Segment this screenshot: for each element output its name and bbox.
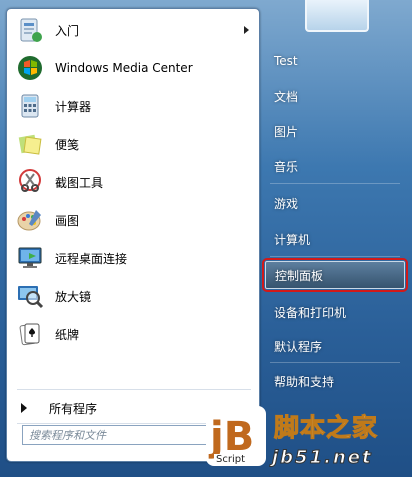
program-label: 便笺 bbox=[55, 137, 80, 152]
program-label: 截图工具 bbox=[55, 175, 104, 190]
divider bbox=[17, 389, 251, 390]
right-item-label: 控制面板 bbox=[275, 268, 324, 283]
right-item-help-support[interactable]: 帮助和支持 bbox=[265, 368, 405, 394]
right-item-devices-printers[interactable]: 设备和打印机 bbox=[265, 299, 405, 325]
right-item-label: 设备和打印机 bbox=[274, 305, 347, 320]
expand-arrow-icon bbox=[21, 403, 27, 413]
program-item-snipping-tool[interactable]: 截图工具 bbox=[11, 165, 255, 199]
solitaire-icon bbox=[15, 319, 45, 349]
right-item-games[interactable]: 游戏 bbox=[265, 190, 405, 216]
programs-panel: 入门 Windows Media Center 计算器 便笺 截图工具 画图 远… bbox=[6, 8, 260, 462]
program-label: Windows Media Center bbox=[55, 61, 193, 75]
program-item-getting-started[interactable]: 入门 bbox=[11, 13, 255, 47]
program-item-paint[interactable]: 画图 bbox=[11, 203, 255, 237]
media-center-icon bbox=[15, 53, 45, 83]
calculator-icon bbox=[15, 91, 45, 121]
program-item-magnifier[interactable]: 放大镜 bbox=[11, 279, 255, 313]
right-item-label: 默认程序 bbox=[274, 339, 323, 354]
submenu-arrow-icon[interactable] bbox=[244, 26, 249, 34]
right-item-label: 音乐 bbox=[274, 159, 299, 174]
program-item-solitaire[interactable]: 纸牌 bbox=[11, 317, 255, 351]
right-item-label: 图片 bbox=[274, 124, 299, 139]
right-item-documents[interactable]: 文档 bbox=[265, 83, 405, 109]
right-item-label: 计算机 bbox=[274, 232, 311, 247]
program-label: 纸牌 bbox=[55, 327, 80, 342]
program-label: 远程桌面连接 bbox=[55, 251, 128, 266]
right-item-label: 文档 bbox=[274, 89, 299, 104]
user-picture[interactable] bbox=[305, 0, 369, 32]
watermark-script-label: Script bbox=[214, 454, 248, 465]
watermark-url: jb51.net bbox=[272, 447, 373, 469]
program-label: 放大镜 bbox=[55, 289, 92, 304]
program-item-media-center[interactable]: Windows Media Center bbox=[11, 51, 255, 85]
right-item-music[interactable]: 音乐 bbox=[265, 153, 405, 179]
program-label: 入门 bbox=[55, 23, 80, 38]
snipping-tool-icon bbox=[15, 167, 45, 197]
divider bbox=[270, 362, 400, 363]
program-item-calculator[interactable]: 计算器 bbox=[11, 89, 255, 123]
right-item-label: Test bbox=[274, 54, 298, 68]
right-item-computer[interactable]: 计算机 bbox=[265, 226, 405, 252]
watermark-site-name: 脚本之家 bbox=[273, 413, 379, 443]
all-programs-label: 所有程序 bbox=[49, 401, 98, 416]
divider bbox=[270, 256, 400, 257]
remote-desktop-icon bbox=[15, 243, 45, 273]
search-placeholder: 搜索程序和文件 bbox=[29, 429, 106, 442]
magnifier-icon bbox=[15, 281, 45, 311]
program-label: 画图 bbox=[55, 213, 80, 228]
divider bbox=[270, 183, 400, 184]
getting-started-icon bbox=[15, 15, 45, 45]
program-item-sticky-notes[interactable]: 便笺 bbox=[11, 127, 255, 161]
right-item-label: 帮助和支持 bbox=[274, 374, 335, 389]
program-label: 计算器 bbox=[55, 99, 92, 114]
right-item-label: 游戏 bbox=[274, 196, 299, 211]
right-item-pictures[interactable]: 图片 bbox=[265, 118, 405, 144]
right-item-user-folder[interactable]: Test bbox=[265, 48, 405, 74]
right-item-default-programs[interactable]: 默认程序 bbox=[265, 333, 405, 359]
paint-icon bbox=[15, 205, 45, 235]
right-item-control-panel[interactable]: 控制面板 bbox=[262, 258, 408, 292]
sticky-notes-icon bbox=[15, 129, 45, 159]
program-item-remote-desktop[interactable]: 远程桌面连接 bbox=[11, 241, 255, 275]
